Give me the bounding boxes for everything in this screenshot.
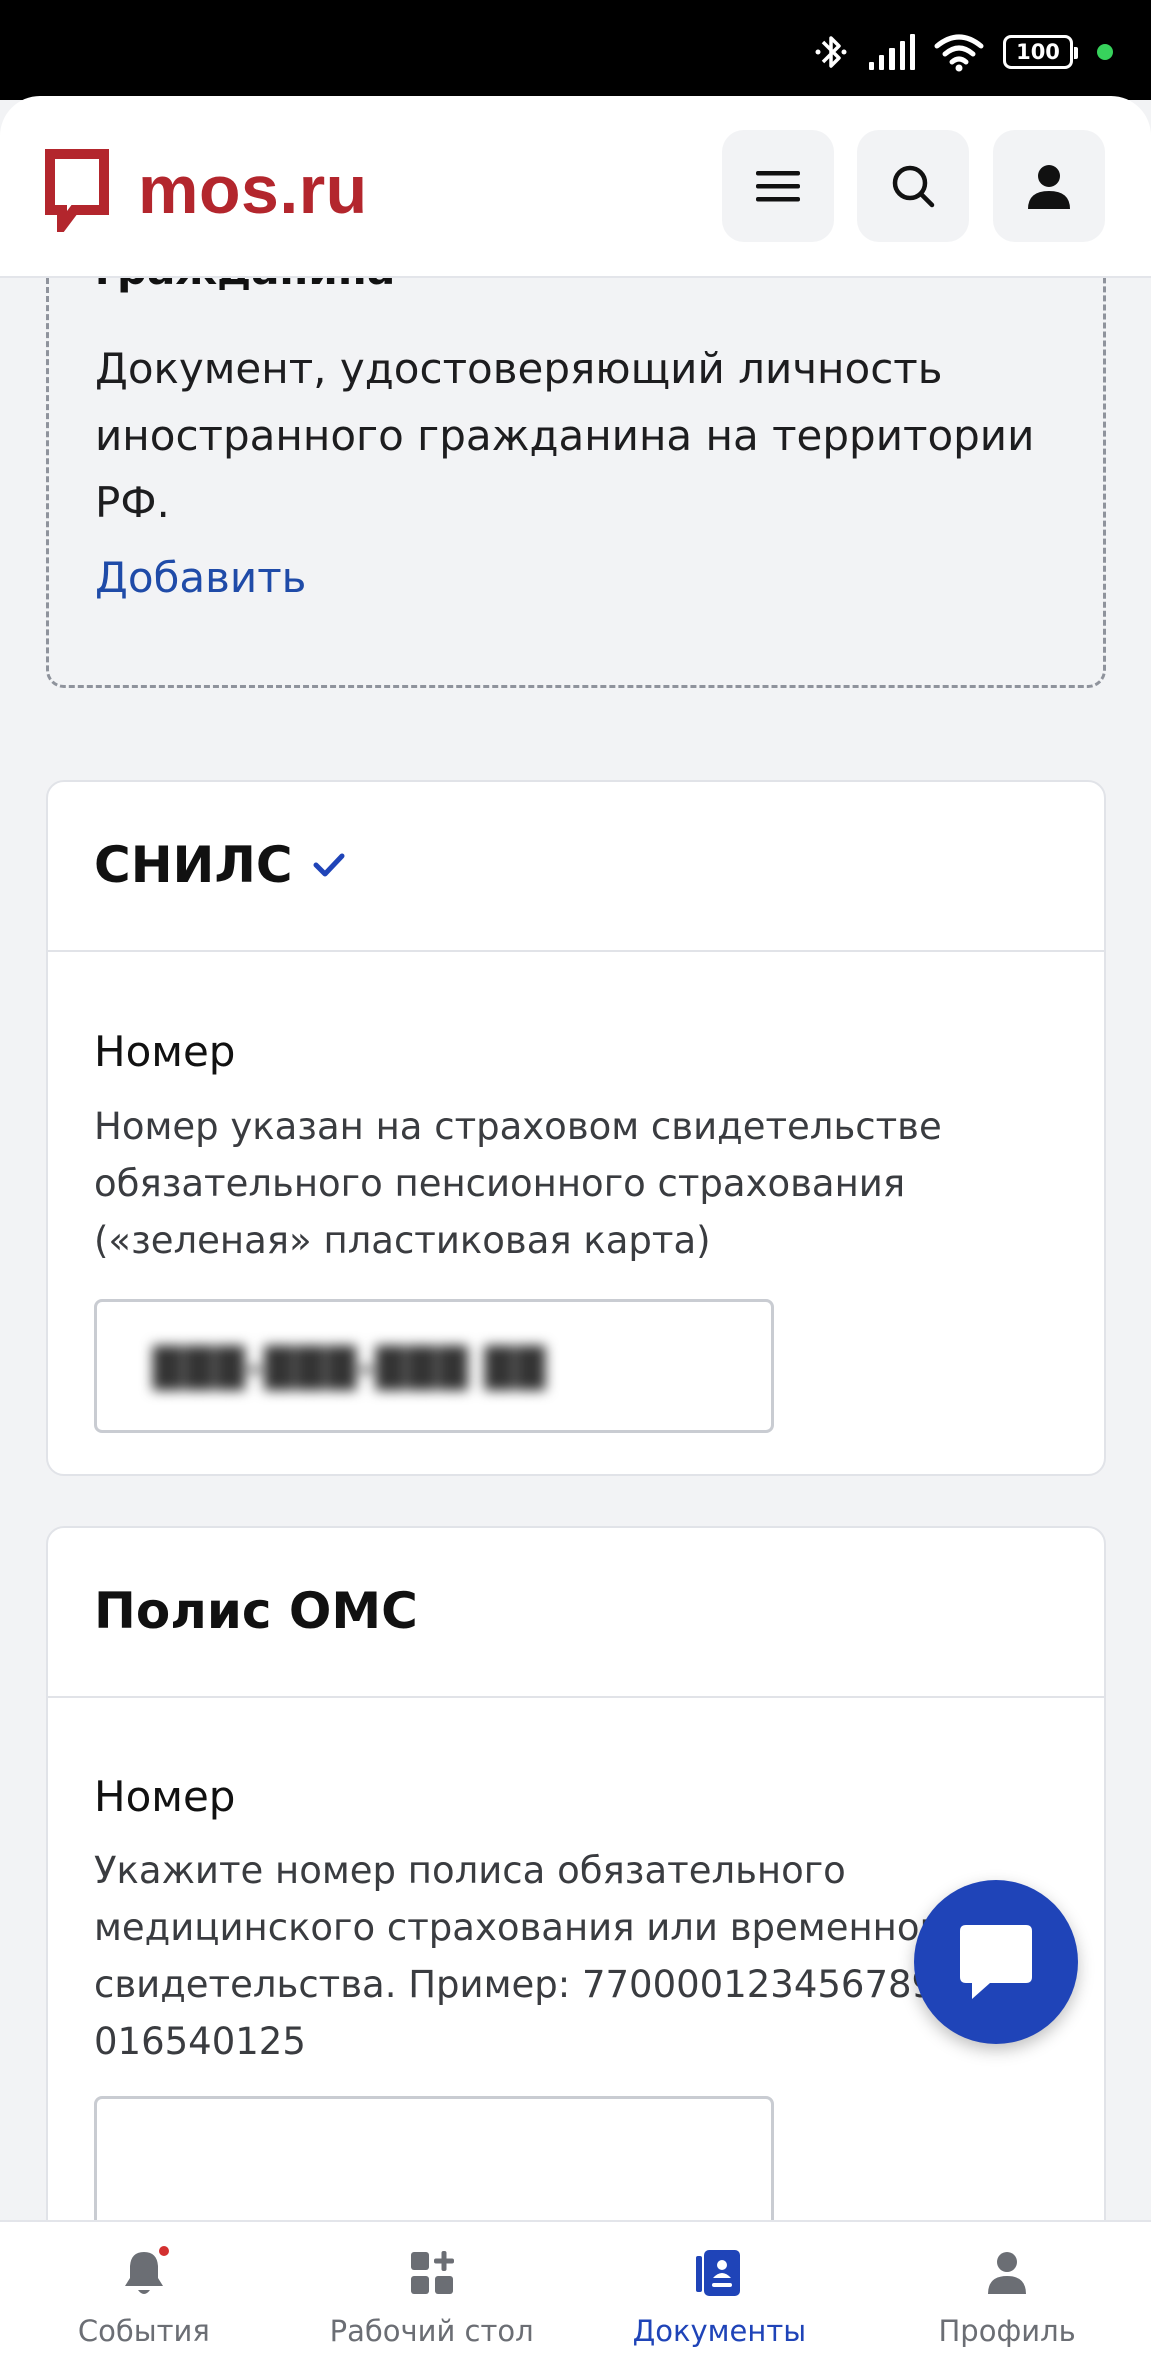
nav-label: Профиль xyxy=(938,2314,1076,2348)
nav-label: Документы xyxy=(632,2314,807,2348)
account-button[interactable] xyxy=(993,130,1105,242)
foreign-id-card: гражданина Документ, удостоверяющий личн… xyxy=(46,278,1106,688)
oms-policy-card: Полис ОМС Номер Укажите номер полиса обя… xyxy=(46,1526,1106,2220)
menu-button[interactable] xyxy=(722,130,834,242)
verified-check-icon xyxy=(313,853,345,877)
field-label: Номер xyxy=(94,1027,236,1076)
notification-badge xyxy=(156,2244,171,2258)
card-title: СНИЛС xyxy=(94,836,347,894)
logo-text: mos.ru xyxy=(138,152,368,228)
search-button[interactable] xyxy=(857,130,969,242)
snils-number-input[interactable]: ███-███-███ ██ xyxy=(94,1299,774,1433)
card-title-text: СНИЛС xyxy=(94,836,293,894)
logo-mark-icon xyxy=(45,149,109,232)
nav-profile[interactable]: Профиль xyxy=(863,2222,1151,2367)
privacy-dot xyxy=(1097,44,1113,60)
nav-label: События xyxy=(77,2314,210,2348)
wifi-icon xyxy=(934,34,984,72)
nav-label: Рабочий стол xyxy=(329,2314,534,2348)
documents-icon xyxy=(696,2250,741,2296)
field-hint: Номер указан на страховом свидетельстве … xyxy=(94,1105,942,1262)
dashboard-icon xyxy=(410,2251,454,2294)
nav-events[interactable]: События xyxy=(0,2222,288,2367)
oms-number-input[interactable] xyxy=(94,2096,774,2220)
menu-icon xyxy=(756,171,800,202)
blurred-value: ███-███-███ ██ xyxy=(153,1346,548,1390)
user-icon xyxy=(1028,165,1070,209)
chat-button[interactable] xyxy=(914,1880,1078,2044)
field-label: Номер xyxy=(94,1772,236,1821)
add-document-link[interactable]: Добавить xyxy=(95,553,306,602)
bottom-navigation: События Рабочий стол Документы Профиль xyxy=(0,2220,1151,2367)
mos-ru-logo[interactable]: mos.ru xyxy=(44,148,368,232)
battery-icon: 100 xyxy=(1003,35,1078,69)
bluetooth-icon xyxy=(815,36,847,68)
card-header: Полис ОМС xyxy=(48,1528,1104,1698)
profile-icon xyxy=(988,2252,1027,2294)
card-title: Полис ОМС xyxy=(94,1582,418,1640)
card-description: Документ, удостоверяющий личность иностр… xyxy=(95,344,1035,527)
signal-icon xyxy=(869,34,916,70)
chat-icon xyxy=(960,1925,1032,1999)
nav-dashboard[interactable]: Рабочий стол xyxy=(288,2222,576,2367)
card-title: гражданина xyxy=(95,278,395,294)
search-icon xyxy=(892,165,935,208)
status-bar: 100 xyxy=(0,0,1151,100)
site-header: mos.ru xyxy=(0,96,1151,278)
card-header: СНИЛС xyxy=(48,782,1104,952)
nav-documents[interactable]: Документы xyxy=(576,2222,864,2367)
card-title-text: Полис ОМС xyxy=(94,1582,418,1640)
snils-card: СНИЛС Номер Номер указан на страховом св… xyxy=(46,780,1106,1476)
